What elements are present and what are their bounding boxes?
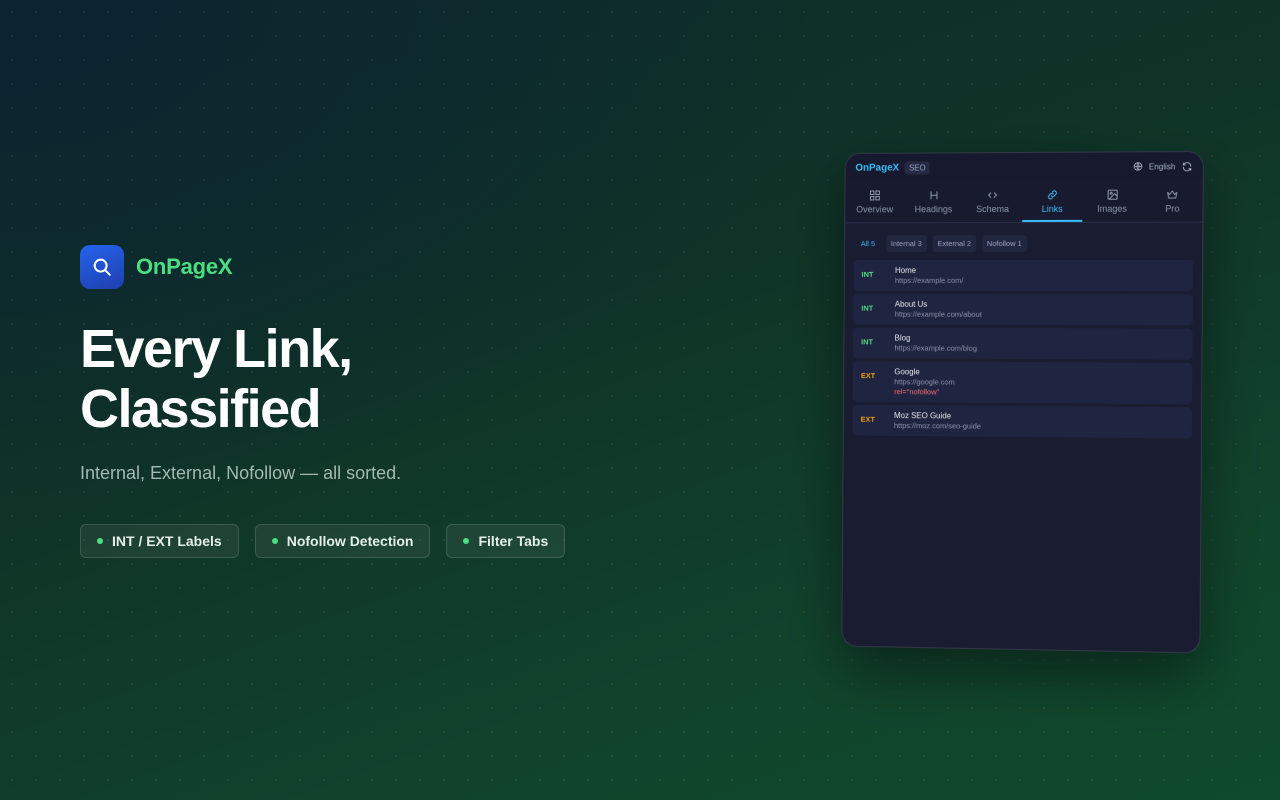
bullet-dot-icon	[97, 538, 103, 544]
link-url: https://example.com/blog	[894, 343, 977, 353]
link-url: https://google.com	[894, 377, 955, 387]
headline-line-1: Every Link,	[80, 319, 353, 379]
panel-logo: OnPageX SEO	[855, 160, 930, 175]
link-row[interactable]: INT About Us https://example.com/about	[853, 293, 1193, 326]
link-row[interactable]: INT Blog https://example.com/blog	[853, 327, 1193, 360]
panel-header-actions: English	[1133, 161, 1193, 172]
hero-section: OnPageX Every Link, Classified Internal,…	[80, 245, 640, 558]
brand: OnPageX	[80, 245, 640, 289]
filter-nofollow[interactable]: Nofollow 1	[981, 234, 1027, 253]
link-filter-tabs: All 5 Internal 3 External 2 Nofollow 1	[845, 223, 1202, 260]
link-title: About Us	[894, 299, 928, 309]
subline: Internal, External, Nofollow — all sorte…	[80, 463, 402, 483]
feature-pill-label: Nofollow Detection	[286, 533, 414, 549]
feature-pill-label: Filter Tabs	[478, 533, 549, 549]
globe-icon[interactable]	[1133, 161, 1143, 171]
link-title: Moz SEO Guide	[893, 411, 952, 421]
link-url: https://example.com/	[894, 275, 964, 285]
language-selector[interactable]: English	[1149, 162, 1176, 171]
link-text: Blog https://example.com/blog	[894, 334, 977, 353]
link-type-badge: INT	[861, 303, 874, 313]
bullet-dot-icon	[463, 538, 470, 544]
grid-icon	[869, 189, 881, 201]
link-row[interactable]: EXT Moz SEO Guide https://moz.com/seo-gu…	[852, 404, 1192, 439]
feature-pill-filter-tabs: Filter Tabs	[446, 524, 566, 558]
link-text: Home https://example.com/	[895, 266, 964, 285]
search-icon	[80, 245, 124, 289]
panel-tabs: Overview Headings Schema Links Images Pr…	[845, 180, 1203, 224]
filter-internal[interactable]: Internal 3	[885, 235, 927, 253]
link-title: Google	[894, 367, 920, 377]
filter-all[interactable]: All 5	[855, 235, 880, 252]
tab-label: Images	[1097, 203, 1127, 214]
link-text: About Us https://example.com/about	[895, 300, 982, 319]
code-icon	[987, 189, 999, 201]
link-row[interactable]: EXT Google https://google.com rel="nofol…	[852, 361, 1193, 405]
panel-header: OnPageX SEO English	[845, 152, 1203, 182]
link-text: Google https://google.com rel="nofollow"	[894, 367, 955, 396]
tab-schema[interactable]: Schema	[963, 181, 1023, 222]
brand-name: OnPageX	[136, 254, 233, 279]
panel-seo-badge: SEO	[905, 160, 930, 175]
panel-logo-name: OnPageX	[855, 162, 900, 174]
refresh-icon[interactable]	[1181, 161, 1192, 172]
link-url: https://moz.com/seo-guide	[893, 420, 982, 431]
heading-icon	[928, 189, 940, 201]
image-icon	[1106, 189, 1118, 201]
nofollow-rel-label: rel="nofollow"	[894, 387, 940, 397]
tab-label: Schema	[976, 204, 1010, 215]
headline-line-2: Classified	[80, 379, 322, 439]
tab-label: Pro	[1165, 203, 1180, 214]
link-row[interactable]: INT Home https://example.com/	[853, 259, 1194, 292]
link-url: https://example.com/about	[894, 309, 982, 319]
crown-icon	[1166, 188, 1178, 200]
link-list: INT Home https://example.com/ INT About …	[844, 259, 1202, 439]
link-text: Moz SEO Guide https://moz.com/seo-guide	[894, 411, 981, 431]
link-icon	[1046, 189, 1058, 201]
feature-pill-nofollow: Nofollow Detection	[254, 524, 431, 558]
headline: Every Link, Classified	[80, 319, 640, 439]
feature-pills: INT / EXT Labels Nofollow Detection Filt…	[80, 524, 640, 558]
link-type-badge: INT	[861, 337, 874, 347]
link-type-badge: INT	[861, 269, 874, 279]
bullet-dot-icon	[271, 538, 278, 544]
tab-links[interactable]: Links	[1022, 181, 1082, 222]
tab-label: Links	[1041, 203, 1063, 214]
link-title: Blog	[894, 333, 911, 343]
tab-label: Overview	[856, 204, 894, 215]
tab-overview[interactable]: Overview	[845, 181, 904, 222]
tab-headings[interactable]: Headings	[904, 181, 963, 222]
tab-label: Headings	[914, 204, 953, 215]
extension-panel-mockup: OnPageX SEO English Overview Headings Sc…	[841, 150, 1204, 654]
link-type-badge: EXT	[860, 414, 875, 424]
link-type-badge: EXT	[860, 371, 876, 381]
feature-pill-int-ext: INT / EXT Labels	[80, 524, 239, 558]
filter-external[interactable]: External 2	[932, 235, 977, 253]
feature-pill-label: INT / EXT Labels	[112, 533, 222, 549]
link-title: Home	[894, 265, 917, 275]
tab-images[interactable]: Images	[1082, 181, 1142, 222]
tab-pro[interactable]: Pro	[1142, 180, 1203, 221]
